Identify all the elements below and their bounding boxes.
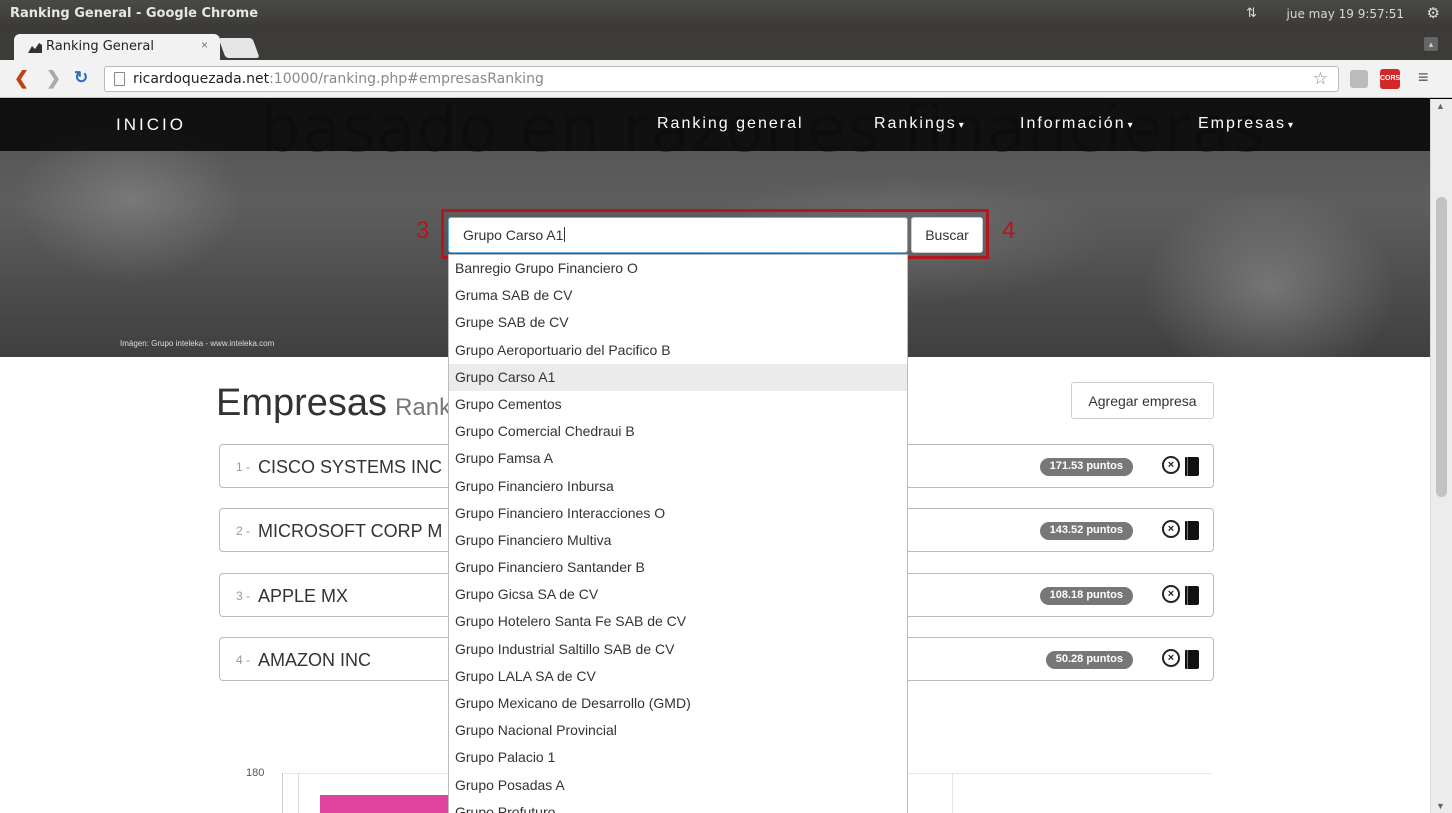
- nav-empresas-dropdown[interactable]: Empresas ▾: [1198, 115, 1295, 133]
- nav-ranking-general[interactable]: Ranking general: [657, 115, 804, 133]
- autocomplete-item[interactable]: Grupo Aeroportuario del Pacifico B: [449, 337, 907, 364]
- rank-number: 2 -: [236, 524, 251, 538]
- score-badge: 143.52 puntos: [1039, 522, 1133, 540]
- caret-down-icon: ▾: [1288, 120, 1296, 131]
- autocomplete-item[interactable]: Grupo Mexicano de Desarrollo (GMD): [449, 690, 907, 717]
- settings-gear-icon[interactable]: ⚙: [1427, 4, 1440, 22]
- y-axis-tick: 180: [246, 767, 265, 779]
- autocomplete-item[interactable]: Grupo LALA SA de CV: [449, 663, 907, 690]
- chart-axis-line: [298, 773, 299, 813]
- score-badge: 108.18 puntos: [1039, 587, 1133, 605]
- autocomplete-item[interactable]: Grupo Gicsa SA de CV: [449, 581, 907, 608]
- page-scrollbar[interactable]: ▲ ▼: [1430, 99, 1452, 813]
- add-company-button[interactable]: Agregar empresa: [1071, 382, 1214, 419]
- tab-strip: Ranking General × ▴: [0, 28, 1452, 60]
- rank-number: 3 -: [236, 589, 251, 603]
- autocomplete-item[interactable]: Grupo Financiero Multiva: [449, 527, 907, 554]
- autocomplete-item[interactable]: Grupo Financiero Interacciones O: [449, 500, 907, 527]
- autocomplete-item[interactable]: Grupo Cementos: [449, 391, 907, 418]
- company-name: AMAZON INC: [258, 650, 372, 670]
- company-name: MICROSOFT CORP M: [258, 521, 443, 541]
- remove-circle-icon[interactable]: ×: [1162, 520, 1180, 538]
- autocomplete-item[interactable]: Grupo Hotelero Santa Fe SAB de CV: [449, 608, 907, 635]
- caret-down-icon: ▾: [958, 120, 966, 131]
- bookmark-star-icon[interactable]: ☆: [1313, 69, 1328, 89]
- tab-close-icon[interactable]: ×: [201, 38, 208, 52]
- scroll-up-arrow-icon[interactable]: ▲: [1436, 101, 1445, 111]
- autocomplete-item[interactable]: Banregio Grupo Financiero O: [449, 255, 907, 282]
- window-title: Ranking General - Google Chrome: [10, 6, 259, 21]
- search-button[interactable]: Buscar: [911, 217, 983, 253]
- autocomplete-item[interactable]: Grupo Financiero Santander B: [449, 554, 907, 581]
- new-tab-button[interactable]: [218, 38, 260, 58]
- remove-circle-icon[interactable]: ×: [1162, 649, 1180, 667]
- remove-circle-icon[interactable]: ×: [1162, 456, 1180, 474]
- autocomplete-item[interactable]: Grupo Palacio 1: [449, 744, 907, 771]
- forward-arrow-icon[interactable]: ❯: [46, 68, 61, 89]
- page-icon: [114, 72, 125, 86]
- chrome-menu-icon[interactable]: ≡: [1418, 67, 1429, 88]
- autocomplete-item[interactable]: Grupo Industrial Saltillo SAB de CV: [449, 636, 907, 663]
- book-icon[interactable]: [1185, 650, 1199, 669]
- rank-number: 1 -: [236, 460, 251, 474]
- annotation-number-3: 3: [416, 217, 430, 244]
- os-titlebar: Ranking General - Google Chrome ⇅ jue ma…: [0, 0, 1452, 28]
- tab-ranking-general[interactable]: Ranking General ×: [14, 34, 220, 60]
- image-credit: Imágen: Grupo inteleka - www.inteleka.co…: [120, 339, 275, 348]
- text-cursor: [564, 227, 566, 242]
- autocomplete-item[interactable]: Grupo Nacional Provincial: [449, 717, 907, 744]
- autocomplete-item[interactable]: Grupo Famsa A: [449, 445, 907, 472]
- autocomplete-item[interactable]: Grupo Carso A1: [449, 363, 907, 391]
- page-title: Empresas Ranking: [216, 382, 484, 424]
- company-name: CISCO SYSTEMS INC: [258, 457, 443, 477]
- chart-favicon-icon: [28, 43, 42, 53]
- url-text[interactable]: ricardoquezada.net:10000/ranking.php#emp…: [133, 71, 544, 87]
- nav-home-link[interactable]: INICIO: [116, 115, 186, 135]
- autocomplete-item[interactable]: Grupo Comercial Chedraui B: [449, 418, 907, 445]
- address-bar[interactable]: ricardoquezada.net:10000/ranking.php#emp…: [104, 66, 1339, 92]
- reload-icon[interactable]: ↻: [74, 68, 88, 88]
- score-badge: 171.53 puntos: [1039, 458, 1133, 476]
- cors-extension-icon[interactable]: CORS: [1380, 69, 1400, 89]
- autocomplete-item[interactable]: Grupo Posadas A: [449, 772, 907, 799]
- scroll-down-arrow-icon[interactable]: ▼: [1436, 801, 1445, 811]
- score-badge: 50.28 puntos: [1045, 651, 1133, 669]
- window-menu-icon[interactable]: ▴: [1424, 37, 1438, 51]
- scrollbar-thumb[interactable]: [1436, 197, 1447, 497]
- autocomplete-dropdown: Banregio Grupo Financiero O Gruma SAB de …: [448, 254, 908, 813]
- autocomplete-item[interactable]: Grupo Financiero Inbursa: [449, 473, 907, 500]
- tab-title: Ranking General: [46, 39, 154, 54]
- autocomplete-item[interactable]: Grupe SAB de CV: [449, 309, 907, 336]
- clock[interactable]: jue may 19 9:57:51: [1287, 7, 1404, 21]
- autocomplete-item[interactable]: Grupo Profuturo: [449, 799, 907, 813]
- chart-bar: [320, 795, 450, 813]
- nav-informacion-dropdown[interactable]: Información ▾: [1020, 115, 1135, 133]
- nav-rankings-dropdown[interactable]: Rankings ▾: [874, 115, 966, 133]
- remove-circle-icon[interactable]: ×: [1162, 585, 1180, 603]
- book-icon[interactable]: [1185, 457, 1199, 476]
- book-icon[interactable]: [1185, 586, 1199, 605]
- caret-down-icon: ▾: [1127, 120, 1135, 131]
- extension-icon[interactable]: [1350, 70, 1368, 88]
- network-icon[interactable]: ⇅: [1246, 5, 1257, 21]
- chart-gridline-vertical: [952, 773, 953, 813]
- browser-toolbar: ❮ ❯ ↻ ricardoquezada.net:10000/ranking.p…: [0, 60, 1452, 98]
- site-navbar: INICIO Ranking general Rankings ▾ Informa…: [0, 99, 1430, 151]
- company-name: APPLE MX: [258, 586, 349, 606]
- autocomplete-item[interactable]: Gruma SAB de CV: [449, 282, 907, 309]
- chart-y-axis: [282, 773, 283, 813]
- company-search-input[interactable]: Grupo Carso A1: [448, 217, 908, 253]
- annotation-number-4: 4: [1002, 217, 1016, 244]
- book-icon[interactable]: [1185, 521, 1199, 540]
- page-viewport: basado en razones financieras Imágen: Gr…: [0, 99, 1430, 813]
- rank-number: 4 -: [236, 653, 251, 667]
- back-arrow-icon[interactable]: ❮: [14, 68, 29, 89]
